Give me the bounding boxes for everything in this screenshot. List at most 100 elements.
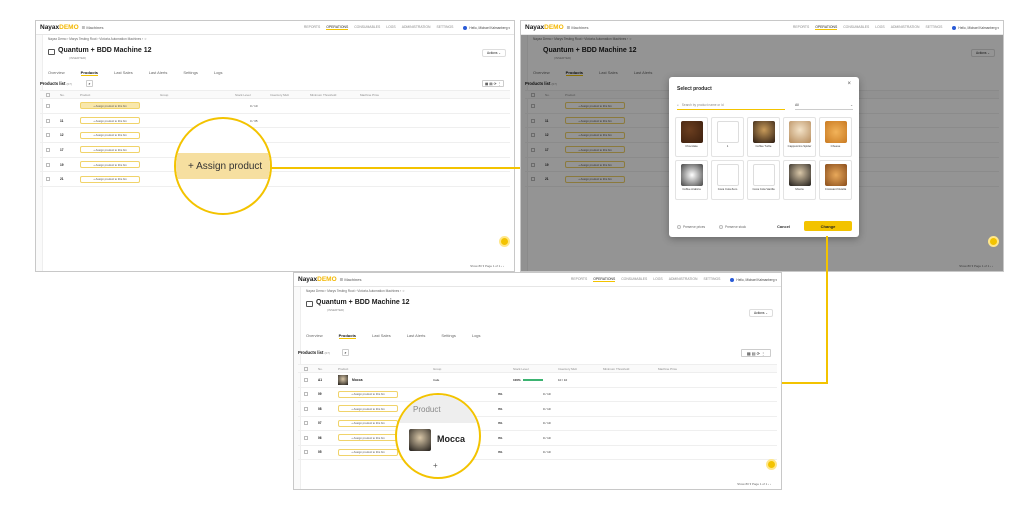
- table-row[interactable]: 08 + Assign product to this bin 0% 0 / 10: [298, 402, 777, 417]
- product-tile[interactable]: 1: [711, 117, 744, 157]
- select-all-checkbox[interactable]: [46, 92, 50, 97]
- chat-icon[interactable]: [988, 236, 999, 247]
- tab-settings[interactable]: Settings: [441, 333, 455, 339]
- product-tile[interactable]: Coffee Turtle: [747, 117, 780, 157]
- nav-settings[interactable]: SETTINGS: [436, 25, 453, 30]
- preserve-stock-toggle[interactable]: Preserve stock: [719, 225, 746, 229]
- notification-icon[interactable]: [730, 277, 735, 282]
- nav-reports[interactable]: REPORTS: [571, 277, 587, 282]
- product-tile[interactable]: Mocca: [783, 160, 816, 200]
- nav-consumables[interactable]: CONSUMABLES: [843, 25, 869, 30]
- nav-administration[interactable]: ADMINISTRATION: [402, 25, 431, 30]
- nav-reports[interactable]: REPORTS: [793, 25, 809, 30]
- change-button[interactable]: Change: [804, 221, 852, 231]
- assign-product-button[interactable]: + Assign product to this bin: [80, 175, 140, 183]
- nav-logs[interactable]: LOGS: [653, 277, 662, 282]
- tab-products[interactable]: Products: [80, 70, 99, 76]
- row-checkbox[interactable]: [46, 147, 50, 152]
- breadcrumb[interactable]: Nayax Demo › Marys Testing Root › Victor…: [48, 37, 147, 41]
- user-menu[interactable]: Hello, Michael Kalmanberg ▾: [730, 277, 781, 282]
- nav-administration[interactable]: ADMINISTRATION: [669, 277, 698, 282]
- user-menu[interactable]: Hello, Michael Kalmanberg ▾: [463, 25, 514, 30]
- tab-last-alerts[interactable]: Last Alerts: [407, 333, 426, 339]
- assign-product-button[interactable]: + Assign product to this bin: [80, 146, 140, 154]
- table-row[interactable]: 05 + Assign product to this bin 0% 0 / 10: [298, 446, 777, 460]
- assign-product-button[interactable]: + Assign product to this bin: [338, 390, 398, 398]
- cancel-button[interactable]: Cancel: [777, 224, 790, 229]
- tab-last-sales[interactable]: Last Sales: [372, 333, 391, 339]
- nav-consumables[interactable]: CONSUMABLES: [354, 25, 380, 30]
- tab-overview[interactable]: Overview: [48, 70, 65, 76]
- tab-products[interactable]: Products: [338, 333, 357, 339]
- table-row[interactable]: + Assign product to this bin 0 / 10: [40, 99, 510, 114]
- row-checkbox[interactable]: [46, 133, 50, 138]
- actions-button[interactable]: Actions ⌄: [481, 49, 506, 57]
- actions-button[interactable]: Actions ⌄: [748, 309, 773, 317]
- tab-logs[interactable]: Logs: [472, 333, 481, 339]
- assign-product-button[interactable]: + Assign product to this bin: [338, 434, 398, 442]
- nav-settings[interactable]: SETTINGS: [925, 25, 942, 30]
- search-icon[interactable]: ⌕: [86, 80, 93, 87]
- nav-settings[interactable]: SETTINGS: [703, 277, 720, 282]
- tab-last-alerts[interactable]: Last Alerts: [149, 70, 168, 76]
- product-tile[interactable]: Cheese: [819, 117, 852, 157]
- nav-administration[interactable]: ADMINISTRATION: [891, 25, 920, 30]
- product-tile[interactable]: Coca Cola Zero: [711, 160, 744, 200]
- product-tile[interactable]: Croissant Nutella: [819, 160, 852, 200]
- table-row[interactable]: 19+ Assign product to this bin0 / 10: [40, 158, 510, 173]
- tab-settings[interactable]: Settings: [183, 70, 197, 76]
- table-row[interactable]: 11 + Assign product to this bin 0 / 35: [40, 114, 510, 129]
- row-checkbox[interactable]: [304, 377, 308, 382]
- pagination[interactable]: Show 80 ▾ Page 1 of 1 ‹ ›: [737, 482, 771, 486]
- notification-icon[interactable]: [952, 25, 957, 30]
- table-row[interactable]: 21+ Assign product to this bin0 / 10: [40, 172, 510, 188]
- nav-logs[interactable]: LOGS: [875, 25, 884, 30]
- row-checkbox[interactable]: [46, 177, 50, 182]
- assign-product-button[interactable]: + Assign product to this bin: [80, 161, 140, 169]
- nav-operations[interactable]: OPERATIONS: [326, 25, 349, 30]
- nav-operations[interactable]: OPERATIONS: [815, 25, 838, 30]
- notification-icon[interactable]: [463, 25, 468, 30]
- row-checkbox[interactable]: [46, 103, 50, 108]
- row-checkbox[interactable]: [304, 421, 308, 426]
- chat-icon[interactable]: [499, 236, 510, 247]
- product-search-input[interactable]: ⌕ Search by product name or id: [677, 101, 785, 110]
- nav-consumables[interactable]: CONSUMABLES: [621, 277, 647, 282]
- row-checkbox[interactable]: [304, 392, 308, 397]
- nav-logs[interactable]: LOGS: [386, 25, 395, 30]
- row-checkbox[interactable]: [46, 118, 50, 123]
- table-row[interactable]: 12+ Assign product to this bin0 / 35: [40, 128, 510, 144]
- view-toggle-icon[interactable]: ▦ ▤ ⟳ ⋮: [741, 349, 771, 357]
- tab-overview[interactable]: Overview: [306, 333, 323, 339]
- table-row[interactable]: 09 + Assign product to this bin 0% 0 / 10: [298, 388, 777, 402]
- nav-reports[interactable]: REPORTS: [304, 25, 320, 30]
- product-name[interactable]: Mocca: [352, 378, 433, 382]
- modal-close-icon[interactable]: ×: [847, 81, 851, 87]
- pagination[interactable]: Show 80 ▾ Page 1 of 1 ‹ ›: [470, 264, 504, 268]
- assign-product-button[interactable]: + Assign product to this bin: [338, 405, 398, 413]
- row-checkbox[interactable]: [46, 162, 50, 167]
- row-checkbox[interactable]: [304, 450, 308, 455]
- select-all-checkbox[interactable]: [304, 366, 308, 371]
- assign-product-button[interactable]: + Assign product to this bin: [80, 131, 140, 139]
- table-row[interactable]: 06 + Assign product to this bin 0% 0 / 10: [298, 431, 777, 446]
- assign-product-button[interactable]: + Assign product to this bin: [338, 419, 398, 427]
- row-checkbox[interactable]: [304, 406, 308, 411]
- view-toggle-icon[interactable]: ▦ ▤ ⟳ ⋮: [482, 80, 504, 87]
- product-tile[interactable]: Cappuccino Spider: [783, 117, 816, 157]
- nav-operations[interactable]: OPERATIONS: [593, 277, 616, 282]
- assign-product-button[interactable]: + Assign product to this bin: [338, 448, 398, 456]
- search-icon[interactable]: ⌕: [342, 349, 349, 356]
- table-row[interactable]: 07 + Assign product to this bin 0% 0 / 10: [298, 417, 777, 431]
- table-row[interactable]: A1 Mocca Cafe 100% 10 / 10: [298, 373, 777, 388]
- assign-product-button[interactable]: + Assign product to this bin: [80, 117, 140, 125]
- row-checkbox[interactable]: [304, 435, 308, 440]
- breadcrumb[interactable]: Nayax Demo › Marys Testing Root › Victor…: [306, 289, 405, 293]
- chat-icon[interactable]: [766, 459, 777, 470]
- user-menu[interactable]: Hello, Michael Kalmanberg ▾: [952, 25, 1003, 30]
- tab-last-sales[interactable]: Last Sales: [114, 70, 133, 76]
- tab-logs[interactable]: Logs: [214, 70, 223, 76]
- preserve-prices-toggle[interactable]: Preserve prices: [677, 225, 705, 229]
- table-row[interactable]: 17+ Assign product to this bin0 / 10: [40, 143, 510, 158]
- product-filter-select[interactable]: All ⌄: [795, 101, 853, 110]
